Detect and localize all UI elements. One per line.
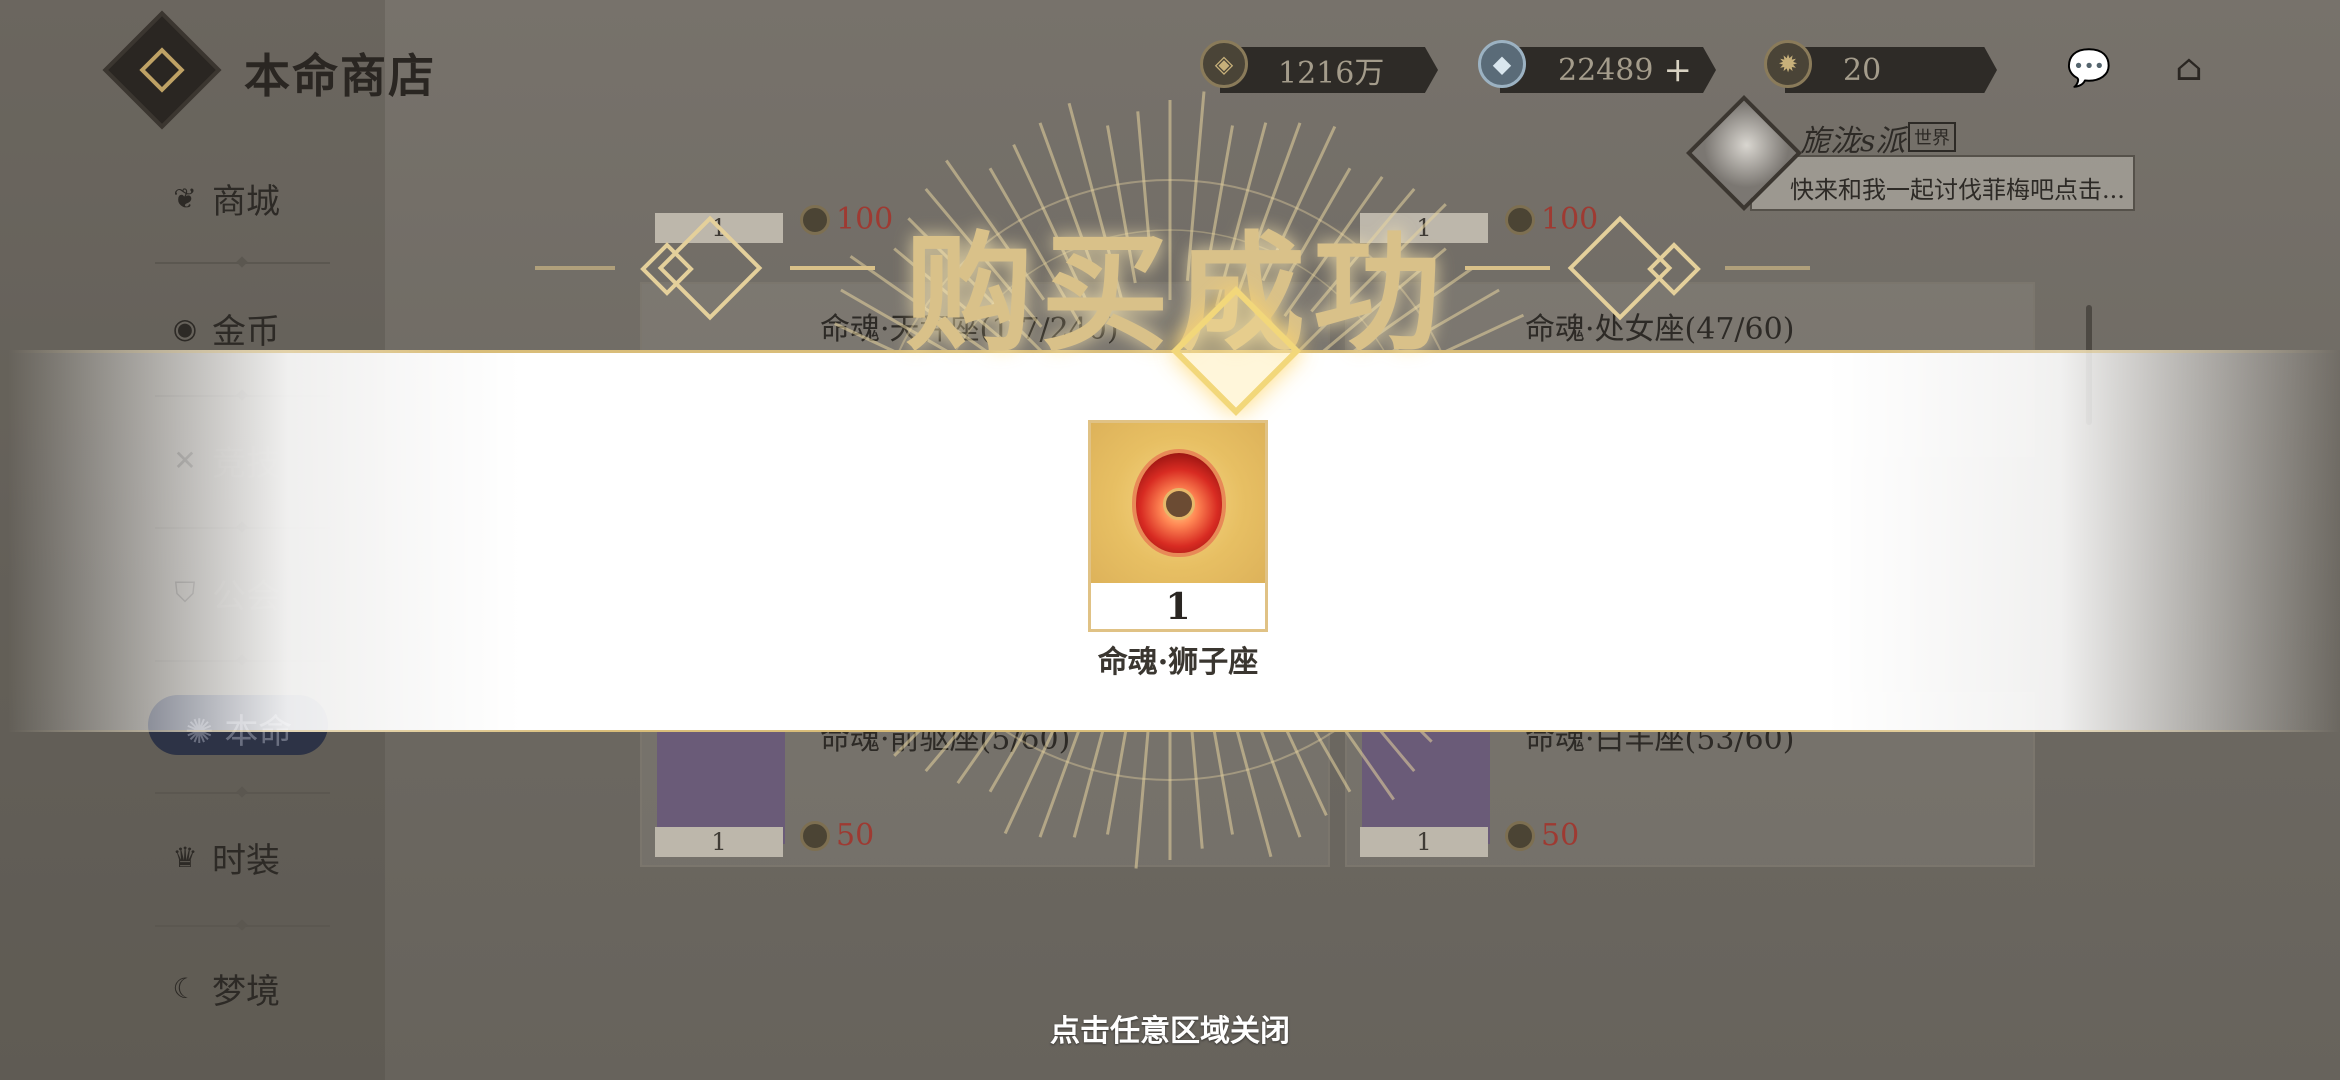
chat-icon[interactable]: 💬 (2063, 48, 2115, 89)
coin-icon: ◉ (172, 311, 198, 345)
sidebar-item-fashion[interactable]: ♛ 时装 (170, 827, 370, 887)
reward-qty: 1 (1165, 586, 1191, 628)
hat-icon: ♛ (172, 840, 198, 874)
reward-name: 命魂·狮子座 (1097, 645, 1259, 680)
close-hint[interactable]: 点击任意区域关闭 (1050, 1006, 1290, 1050)
home-icon[interactable]: ⌂ (2163, 48, 2215, 89)
page-title: 本命商店 (244, 49, 436, 103)
add-crystal-button[interactable]: + (1664, 50, 1693, 90)
title-decoration (535, 266, 615, 270)
sidebar-item-mall[interactable]: ❦ 商城 (170, 168, 370, 228)
item-art (1091, 423, 1265, 583)
reward-item: 1 (1088, 420, 1268, 632)
chat-username: 旎泷s派 (1800, 124, 1906, 159)
divider (155, 925, 330, 927)
bag-icon: ❦ (173, 181, 197, 215)
chat-message: 快来和我一起讨伐菲梅吧点击... (1790, 176, 2125, 204)
item-thumbnail (657, 714, 785, 844)
title-decoration (1465, 266, 1550, 270)
moon-icon: ☾ (172, 971, 198, 1005)
title-decoration (790, 266, 875, 270)
sidebar-item-gold[interactable]: ◉ 金币 (170, 298, 370, 358)
sidebar-item-dream[interactable]: ☾ 梦境 (170, 958, 370, 1018)
world-channel-tag: 世界 (1908, 122, 1956, 152)
divider (155, 262, 330, 264)
zodiac-coin-currency: 20 (1785, 47, 1997, 93)
divider (155, 792, 330, 794)
zodiac-coin-icon: ✹ (1764, 40, 1812, 88)
leo-soul-icon (1136, 453, 1222, 553)
banner-border (8, 730, 2340, 732)
title-decoration (1725, 266, 1810, 270)
item-qty: 1 (655, 827, 783, 857)
